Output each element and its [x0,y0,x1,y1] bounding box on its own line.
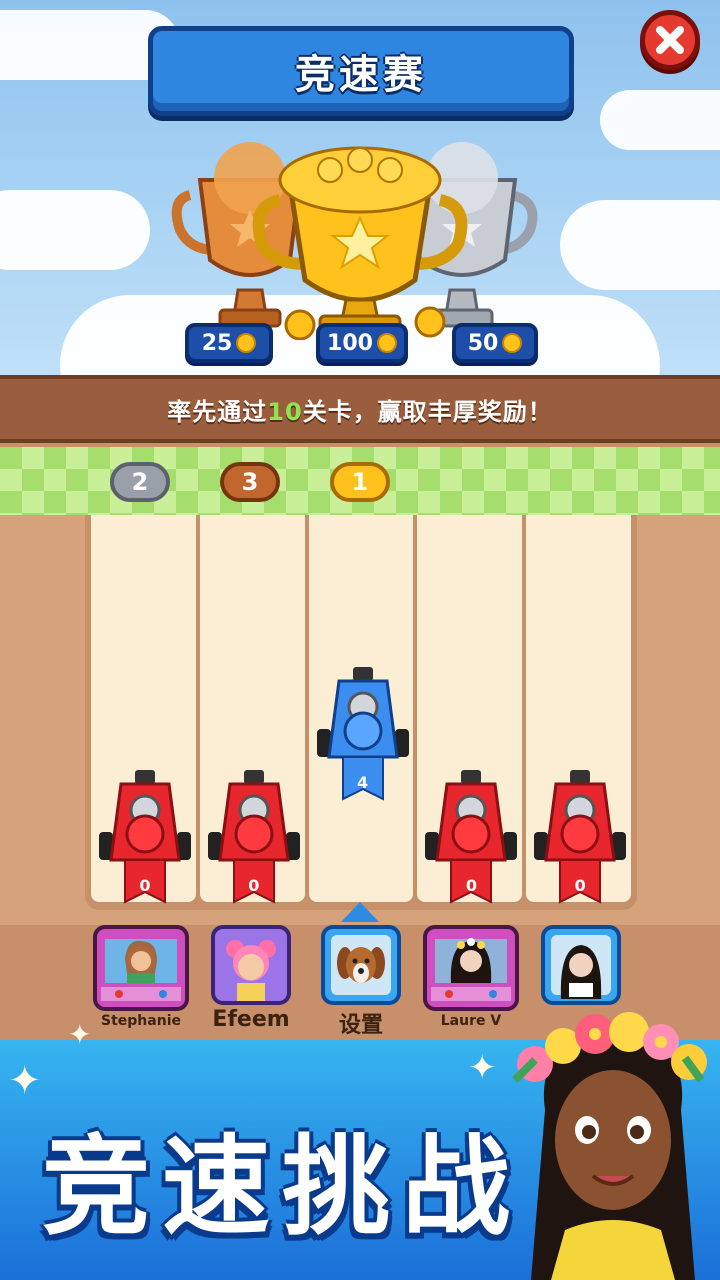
red-kart: 0 [534,770,627,910]
player-efeem[interactable]: Efeem [210,925,292,1032]
player-self[interactable]: 设置 [320,925,402,1039]
trophies-illustration [171,142,538,340]
race-lane: 4 [308,515,414,902]
kart-score: 0 [248,875,260,895]
rank-medal-silver: 2 [110,462,170,502]
race-track: 0 0 4 0 0 [85,515,637,910]
coin-icon [502,333,523,353]
red-kart: 0 [99,770,191,910]
avatar-frame [321,925,401,1005]
prize-chip-silver: 50 [452,323,538,363]
player-stephanie[interactable]: Stephanie [92,925,190,1029]
sparkle-icon: ✦ [8,1058,42,1104]
kart-score: 4 [357,772,369,792]
race-lane: 0 [91,515,196,904]
avatar [551,935,611,999]
page-title: 竞速赛 [295,52,427,98]
coin-icon [236,333,257,353]
bronze-trophy-icon [171,142,303,328]
close-icon [656,26,684,54]
prize-amount: 50 [467,330,499,356]
avatar-frame [541,925,621,1005]
rank-number: 2 [131,468,149,496]
red-kart: 0 [207,770,300,910]
rank-medal-bronze: 3 [220,462,280,502]
race-lane: 0 [417,515,523,904]
info-suffix: 关卡，赢取丰厚奖励！ [302,397,553,426]
promo-title: 竞速挑战 [42,1125,523,1250]
rank-number: 3 [241,468,259,496]
title-banner: 竞速赛 [148,26,574,116]
player-name: Efeem [212,1007,290,1032]
prize-amount: 100 [327,330,373,356]
avatar [226,940,276,1001]
mascot-character [512,1012,707,1280]
kart-score: 0 [465,875,477,895]
coin-icon [376,333,397,353]
blue-kart: 4 [316,667,409,807]
prize-chip-bronze: 25 [185,323,273,363]
info-text: 率先通过10关卡，赢取丰厚奖励！ [167,392,552,427]
sparkle-icon: ✦ [68,1018,92,1051]
cloud [600,90,720,150]
rank-medal-gold: 1 [330,462,390,502]
player-name: Laure V [440,1013,502,1029]
info-prefix: 率先通过 [167,397,268,426]
sparkle-icon: ✦ [468,1048,497,1088]
red-kart: 0 [425,770,518,910]
prize-amount: 25 [201,330,233,356]
race-lane: 0 [199,515,305,904]
prize-chip-gold: 100 [316,323,408,363]
player-name: Stephanie [101,1013,181,1029]
current-player-indicator [341,902,379,922]
arcade-avatar [93,925,189,1011]
info-bar: 率先通过10关卡，赢取丰厚奖励！ [0,375,720,443]
player-5[interactable] [540,925,622,1007]
dog-avatar-icon [331,935,391,995]
rank-number: 1 [351,468,369,496]
cloud [0,190,150,270]
kart-score: 0 [139,875,151,895]
avatar [431,938,511,1001]
close-button[interactable] [640,10,700,70]
race-lane: 0 [526,515,631,904]
avatar [101,939,181,1001]
info-level-count: 10 [267,397,303,426]
arcade-avatar [423,925,519,1011]
avatar-frame [211,925,291,1005]
kart-score: 0 [574,875,586,895]
cloud [560,200,720,290]
